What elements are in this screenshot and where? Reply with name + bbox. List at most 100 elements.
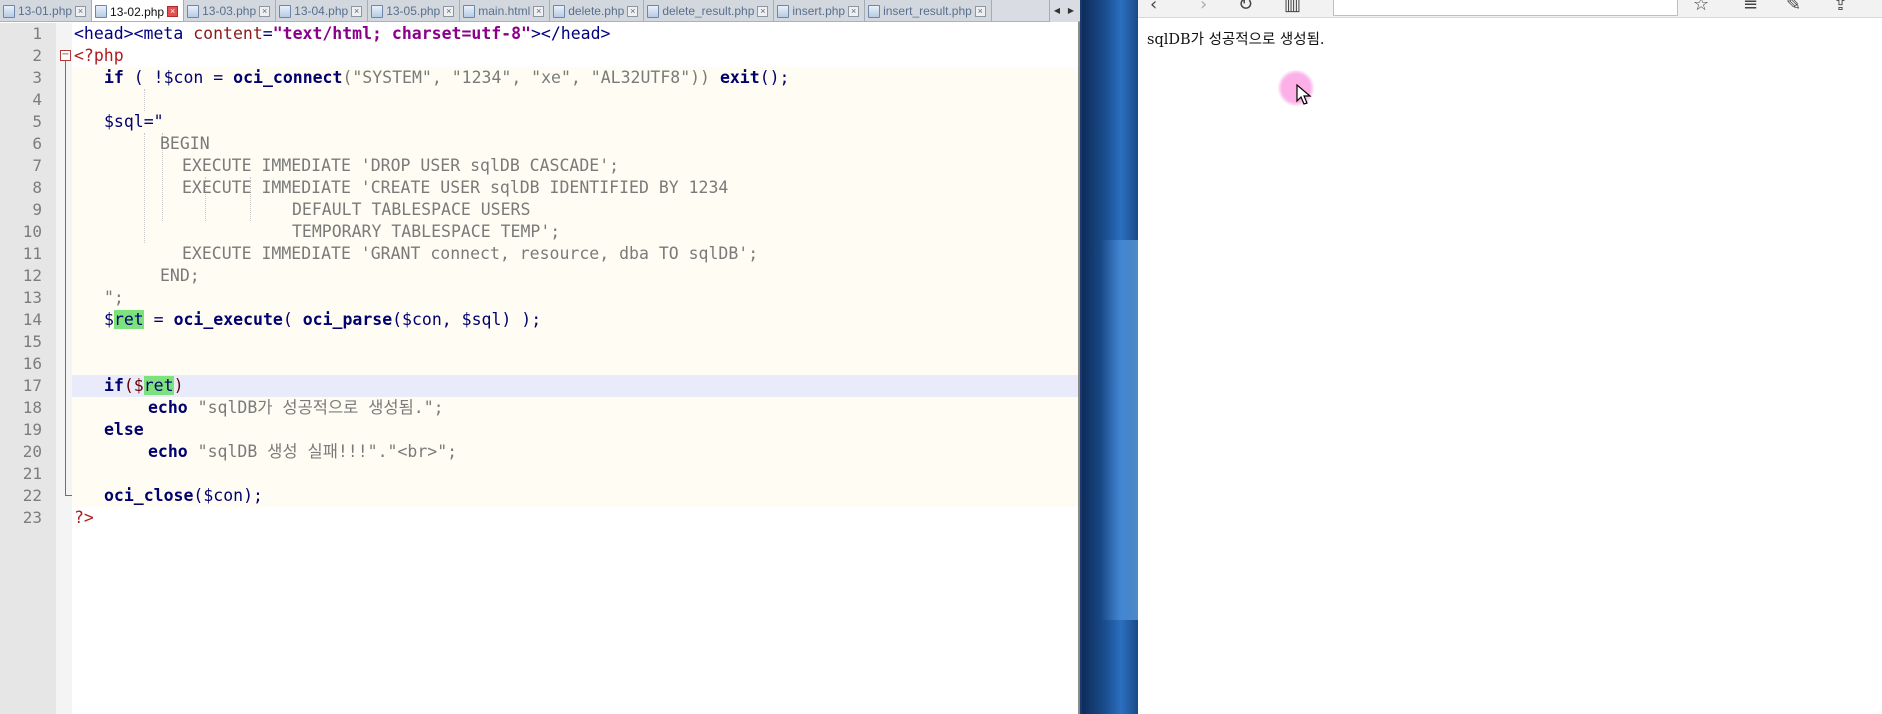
- code-line-10: TEMPORARY TABLESPACE TEMP';: [292, 222, 561, 241]
- php-function: exit: [719, 68, 760, 87]
- line-number: 7: [32, 156, 42, 175]
- click-indicator: [1278, 70, 1314, 106]
- editor-tab[interactable]: main.html ×: [460, 0, 551, 21]
- fold-collapse-icon[interactable]: −: [60, 50, 71, 61]
- editor-tab[interactable]: insert_result.php ×: [865, 0, 992, 21]
- code-line-5: $sql=": [104, 112, 164, 131]
- editor-tab-label: 13-04.php: [294, 4, 349, 18]
- browser-toolbar: ‹ › ↻ ▥ ☆ ≡ ✎ ⇪: [1138, 0, 1882, 18]
- php-file-icon: [371, 4, 384, 18]
- share-icon[interactable]: ⇪: [1833, 0, 1848, 15]
- editor-tab-label: insert.php: [792, 4, 846, 18]
- favorites-list-icon[interactable]: ≡: [1743, 0, 1758, 15]
- code-line-2: <?php: [74, 46, 124, 65]
- php-file-icon: [279, 4, 292, 18]
- code-line-7: EXECUTE IMMEDIATE 'DROP USER sqlDB CASCA…: [182, 156, 620, 175]
- editor-tab[interactable]: 13-05.php ×: [368, 0, 461, 21]
- php-keyword: echo: [148, 398, 188, 417]
- close-icon[interactable]: ×: [259, 5, 271, 17]
- fold-range-line: [65, 61, 66, 496]
- editor-tab-label: 13-02.php: [110, 4, 165, 19]
- html-attr-value: "text/html; charset=utf-8": [272, 24, 531, 43]
- indent-guide: [144, 89, 145, 111]
- editor-tab[interactable]: delete.php ×: [550, 0, 645, 21]
- close-icon[interactable]: ×: [848, 5, 860, 17]
- line-number: 8: [32, 178, 42, 197]
- php-string: "sqlDB 생성 실패!!!"."<br>";: [187, 442, 458, 461]
- line-number: 4: [32, 90, 42, 109]
- code-line-9: DEFAULT TABLESPACE USERS: [292, 200, 531, 219]
- line-number: 10: [22, 222, 42, 241]
- browser-window: ‹ › ↻ ▥ ☆ ≡ ✎ ⇪ sqlDB가 성공적으로 생성됨.: [1138, 0, 1882, 714]
- editor-tab[interactable]: 13-04.php ×: [276, 0, 369, 21]
- code-line-17: echo "sqlDB가 성공적으로 생성됨.";: [148, 397, 444, 419]
- php-keyword: if: [104, 376, 124, 395]
- indent-guide: [144, 133, 145, 243]
- close-icon[interactable]: ×: [167, 6, 179, 17]
- php-file-icon: [647, 4, 660, 18]
- php-code-text: ): [173, 376, 184, 395]
- php-code-text: ($con, $sql) );: [392, 310, 542, 329]
- line-number: 2: [32, 46, 42, 65]
- php-code-text: $: [104, 310, 114, 329]
- editor-tab-label: delete_result.php: [662, 4, 755, 18]
- close-icon[interactable]: ×: [757, 5, 769, 17]
- close-icon[interactable]: ×: [627, 5, 639, 17]
- line-number: 14: [22, 310, 42, 329]
- php-file-icon: [187, 4, 200, 18]
- editor-tab[interactable]: 13-03.php ×: [184, 0, 277, 21]
- php-code-text: ($: [123, 376, 144, 395]
- php-code-text: =: [143, 310, 174, 329]
- tab-scroll-right-icon[interactable]: ▶: [1064, 0, 1078, 22]
- code-line-13: ";: [104, 288, 124, 307]
- editor-tab[interactable]: 13-01.php ×: [0, 0, 93, 21]
- code-line-19: echo "sqlDB 생성 실패!!!"."<br>";: [148, 441, 457, 463]
- line-number: 9: [32, 200, 42, 219]
- php-code-text: ($con);: [193, 486, 263, 505]
- pen-icon[interactable]: ✎: [1786, 0, 1801, 15]
- line-number: 1: [32, 24, 42, 43]
- editor-tab-label: 13-01.php: [18, 4, 73, 18]
- close-icon[interactable]: ×: [974, 5, 986, 17]
- editor-tab-label: 13-05.php: [386, 4, 441, 18]
- editor-tab[interactable]: 13-02.php ×: [92, 0, 185, 21]
- address-bar[interactable]: [1333, 0, 1678, 16]
- code-text-area[interactable]: <head><meta content="text/html; charset=…: [72, 23, 1078, 714]
- code-line-11: EXECUTE IMMEDIATE 'GRANT connect, resour…: [182, 244, 759, 263]
- code-line-1: <head><meta content="text/html; charset=…: [74, 23, 610, 45]
- code-line-8: EXECUTE IMMEDIATE 'CREATE USER sqlDB IDE…: [182, 178, 729, 197]
- line-number: 3: [32, 68, 42, 87]
- php-file-icon: [95, 5, 108, 18]
- php-function: oci_close: [104, 486, 194, 505]
- close-icon[interactable]: ×: [75, 5, 87, 17]
- line-number: 17: [22, 376, 42, 395]
- close-icon[interactable]: ×: [533, 5, 545, 17]
- editor-tab[interactable]: delete_result.php ×: [644, 0, 775, 21]
- code-editor-window: 13-01.php × 13-02.php × 13-03.php × 13-04.php ×…: [0, 0, 1080, 714]
- html-tag-text: <head><meta: [74, 24, 194, 43]
- back-arrow-icon[interactable]: ‹: [1150, 0, 1157, 15]
- reading-view-icon[interactable]: ▥: [1284, 0, 1301, 15]
- code-line-3: if ( !$con = oci_connect("SYSTEM", "1234…: [104, 67, 790, 89]
- editor-tab[interactable]: insert.php ×: [774, 0, 866, 21]
- tab-scroll-controls: ◀ ▶: [1049, 0, 1078, 22]
- php-string: "sqlDB가 성공적으로 생성됨.";: [187, 398, 444, 417]
- mouse-pointer-icon: [1296, 84, 1312, 105]
- html-operator: =: [262, 24, 273, 43]
- close-icon[interactable]: ×: [351, 5, 363, 17]
- php-code-text: ( !$con =: [123, 68, 234, 87]
- code-line-22: ?>: [74, 508, 94, 527]
- line-number: 18: [22, 398, 42, 417]
- php-file-icon: [868, 4, 881, 18]
- php-code-text: ();: [759, 68, 790, 87]
- favorite-star-icon[interactable]: ☆: [1693, 0, 1709, 15]
- editor-tab-label: delete.php: [568, 4, 625, 18]
- close-icon[interactable]: ×: [443, 5, 455, 17]
- tab-scroll-left-icon[interactable]: ◀: [1050, 0, 1064, 22]
- forward-arrow-icon[interactable]: ›: [1200, 0, 1207, 15]
- fold-margin: [56, 23, 72, 714]
- refresh-icon[interactable]: ↻: [1238, 0, 1253, 15]
- editor-tab-bar: 13-01.php × 13-02.php × 13-03.php × 13-04.php ×…: [0, 0, 1080, 22]
- highlighted-variable: ret: [143, 376, 174, 395]
- php-code-text: (: [282, 310, 303, 329]
